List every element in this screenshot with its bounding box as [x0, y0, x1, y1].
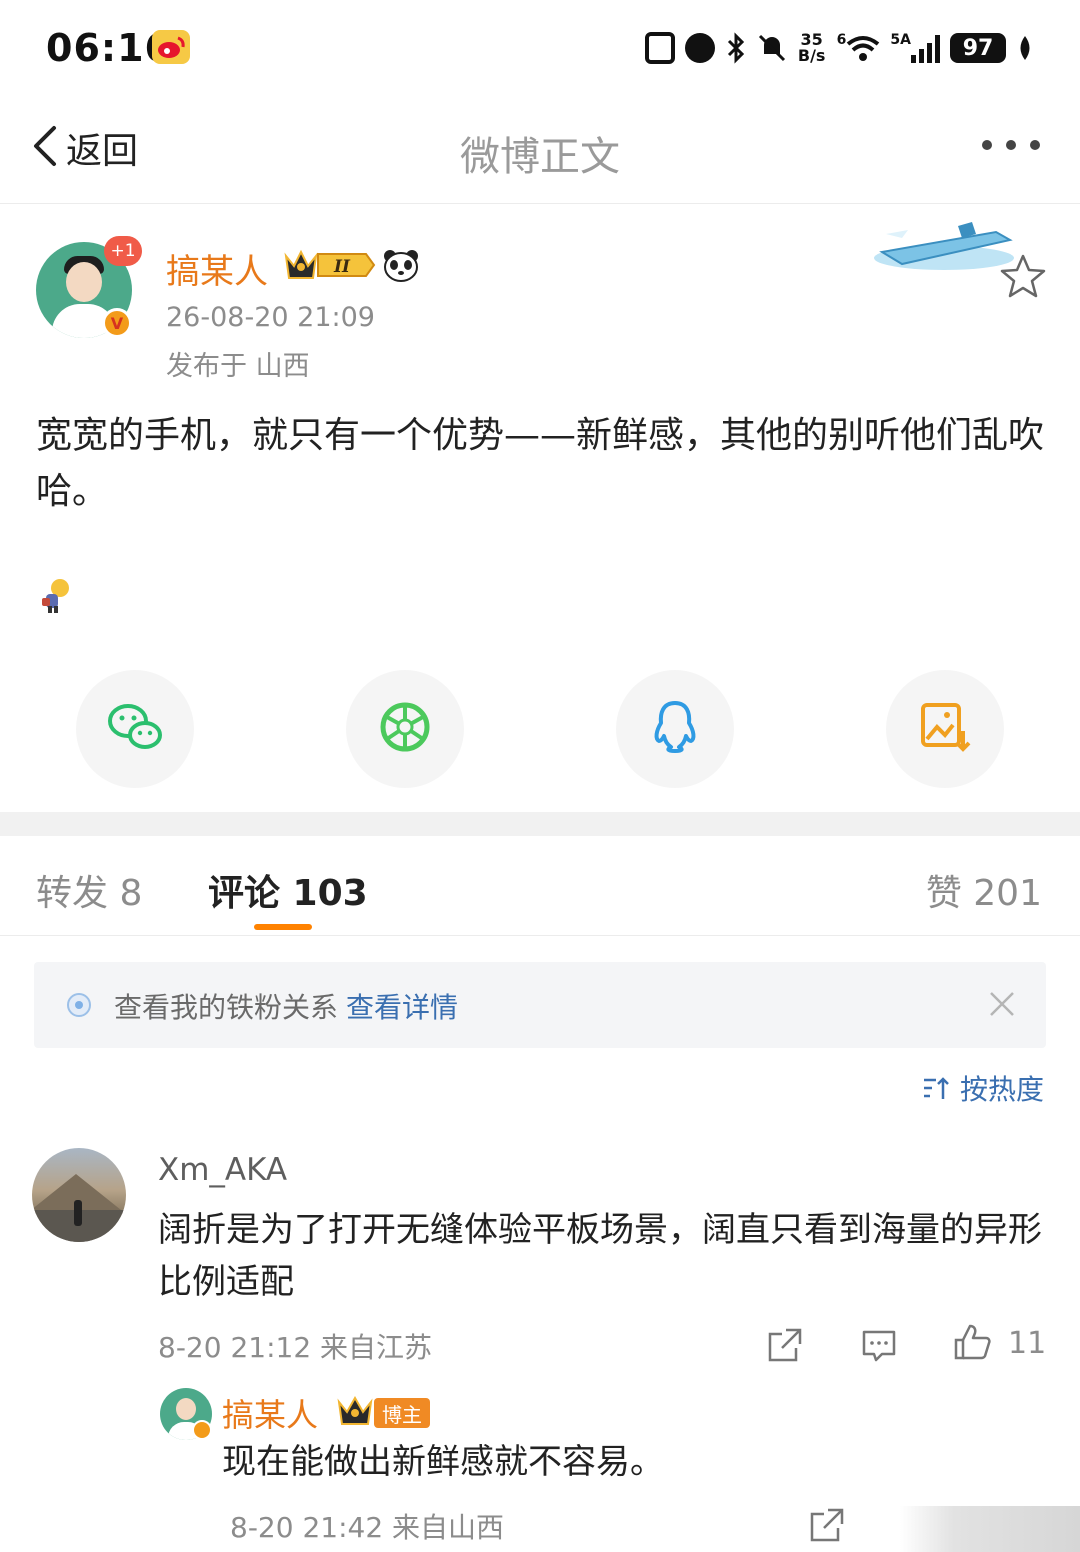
aircraft-carrier-decoration	[868, 212, 1016, 274]
panda-icon	[382, 248, 420, 282]
reply-crown-icon	[336, 1394, 376, 1428]
qq-icon	[643, 695, 707, 763]
alarm-icon	[684, 32, 715, 64]
weibo-app-icon	[152, 30, 190, 64]
page-title: 微博正文	[460, 134, 620, 180]
tab-active-indicator	[254, 924, 312, 930]
share-moments-button[interactable]	[346, 670, 464, 788]
reply-share-icon[interactable]	[808, 1506, 846, 1544]
wechat-icon	[103, 695, 167, 763]
leaf-icon	[1016, 32, 1034, 64]
reply-text: 现在能做出新鲜感就不容易。	[222, 1442, 664, 1482]
reply-verified-icon	[192, 1420, 212, 1440]
sort-label: 按热度	[959, 1073, 1044, 1106]
status-icons: 35 B/s 6 5A 97	[644, 30, 1034, 66]
signal-icon: 5A	[890, 32, 940, 64]
battery-icon: 97	[950, 32, 1006, 64]
fan-banner-text: 查看我的铁粉关系 查看详情	[114, 991, 459, 1024]
wifi-icon: 6	[837, 32, 881, 64]
share-row	[0, 670, 1080, 790]
thumbs-up-icon[interactable]	[952, 1322, 992, 1362]
more-dots-icon[interactable]	[982, 140, 1040, 150]
sort-icon	[922, 1074, 950, 1102]
nav-bar: 返回 微博正文	[0, 96, 1080, 204]
comment-meta: 8-20 21:12 来自江苏	[158, 1331, 433, 1364]
comment-text: 阔折是为了打开无缝体验平板场景，阔直只看到海量的异形比例适配	[158, 1210, 1042, 1302]
emoji-icon	[38, 578, 72, 614]
net-speed: 35 B/s	[797, 30, 826, 65]
crown-level-icon[interactable]: II	[284, 248, 376, 282]
fan-badge-icon	[66, 992, 92, 1018]
bluetooth-icon	[725, 32, 747, 64]
moments-icon	[373, 695, 437, 763]
nfc-icon	[644, 32, 675, 64]
fan-relationship-banner[interactable]: 查看我的铁粉关系 查看详情	[34, 962, 1046, 1048]
author-badge: 博主	[374, 1398, 430, 1428]
sort-by-heat-button[interactable]: 按热度	[922, 1068, 1044, 1108]
tab-repost[interactable]: 转发 8	[36, 864, 142, 916]
interaction-tabs: 转发 8 评论 103 赞 201	[0, 836, 1080, 936]
close-icon[interactable]	[988, 990, 1016, 1018]
commenter-name[interactable]: Xm_AKA	[158, 1152, 287, 1188]
reply-author-name[interactable]: 搞某人	[222, 1390, 318, 1436]
section-divider	[0, 812, 1080, 836]
commenter-avatar[interactable]	[32, 1148, 126, 1242]
share-qq-button[interactable]	[616, 670, 734, 788]
plus-badge: +1	[104, 236, 142, 266]
save-image-button[interactable]	[886, 670, 1004, 788]
share-icon[interactable]	[766, 1326, 804, 1364]
mute-bell-icon	[757, 32, 787, 64]
post-time: 26-08-20 21:09	[166, 302, 375, 333]
tab-like[interactable]: 赞 201	[926, 864, 1042, 916]
comment-like-count: 11	[1008, 1326, 1047, 1361]
image-download-icon	[913, 695, 977, 763]
status-bar: 06:16 35 B/s 6 5A 97	[0, 0, 1080, 96]
comment-icon[interactable]	[860, 1326, 898, 1364]
star-icon[interactable]	[998, 252, 1048, 302]
share-wechat-button[interactable]	[76, 670, 194, 788]
bottom-fade-overlay	[900, 1506, 1080, 1552]
svg-text:II: II	[333, 257, 351, 277]
post-location: 发布于 山西	[166, 351, 310, 382]
verified-icon: V	[102, 308, 132, 338]
view-details-link[interactable]: 查看详情	[346, 991, 458, 1024]
reply-meta: 8-20 21:42 来自山西	[230, 1511, 505, 1544]
author-name[interactable]: 搞某人	[166, 244, 268, 293]
post-content: 宽宽的手机，就只有一个优势——新鲜感，其他的别听他们乱吹哈。	[36, 415, 1045, 512]
tab-comment[interactable]: 评论 103	[208, 864, 368, 916]
author-avatar[interactable]: +1 V	[36, 236, 142, 338]
post-author: +1 V 搞某人 II 26-08-20 21:09 发布于 山西	[0, 204, 1080, 384]
